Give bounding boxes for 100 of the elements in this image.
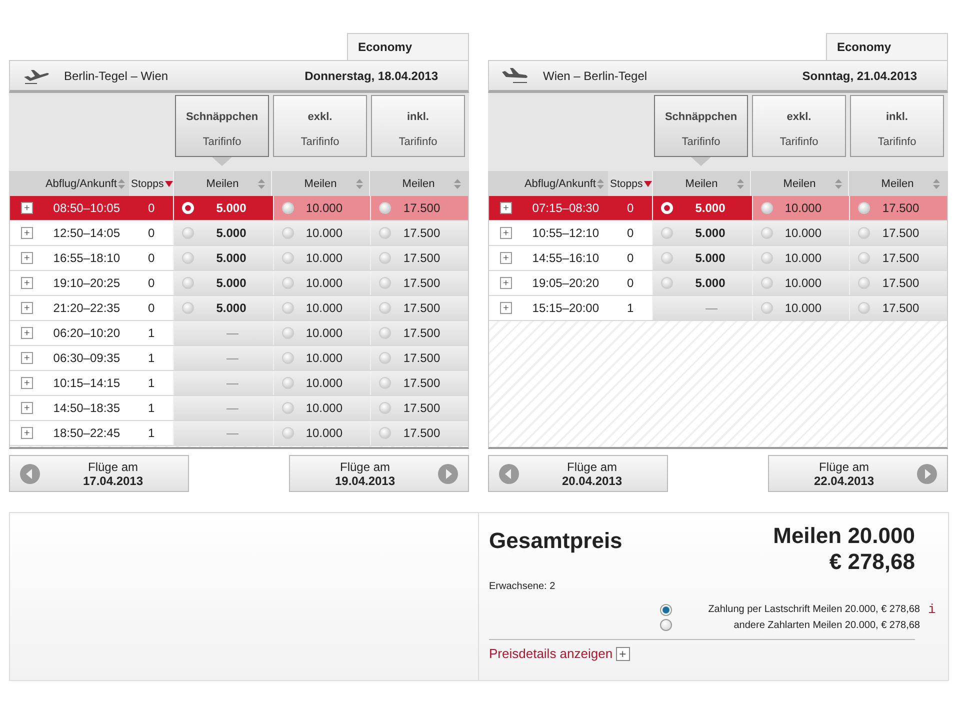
total-title: Gesamtpreis [489,528,622,555]
radio-button[interactable] [379,352,392,364]
radio-button[interactable] [760,277,773,289]
next-day-button[interactable]: Flüge am 22.04.2013 [768,455,948,492]
miles-value: 10.000 [304,226,344,240]
radio-button[interactable] [660,604,672,616]
radio-button[interactable] [760,252,773,264]
expand-button[interactable]: + [20,427,33,439]
route-label: Berlin-Tegel – Wien [64,68,170,82]
flight-date: Sonntag, 21.04.2013 [802,68,917,82]
expand-button[interactable]: + [20,202,33,214]
miles-value: 10.000 [304,376,344,390]
flight-time: 07:15–08:30 [522,196,608,220]
miles-value: 17.500 [402,251,442,265]
expand-button[interactable]: + [20,377,33,389]
cabin-tab[interactable]: Economy [826,33,948,60]
next-day-button[interactable]: Flüge am 19.04.2013 [289,455,469,492]
radio-button[interactable] [858,202,870,214]
miles-value: 5.000 [694,276,726,290]
price-details-link[interactable]: Preisdetails anzeigen [489,646,613,661]
sort-icon [454,179,461,189]
miles-value: 17.500 [402,426,442,440]
radio-button[interactable] [282,352,294,364]
fare-type-button[interactable]: Schnäppchen Tarifinfo [175,95,269,157]
miles-value: 5.000 [694,251,726,265]
sort-icon [597,178,604,188]
radio-button[interactable] [282,402,294,414]
previous-day-button[interactable]: Flüge am 17.04.2013 [9,455,189,492]
radio-button[interactable] [661,227,674,239]
radio-button[interactable] [379,427,392,439]
column-header[interactable]: Abflug/Ankunft [43,171,129,196]
radio-button[interactable] [858,252,870,264]
expand-button[interactable]: + [20,277,33,289]
radio-button[interactable] [858,277,870,289]
fare-type-button[interactable]: inkl. Tarifinfo [850,95,944,157]
column-header[interactable]: Abflug/Ankunft [522,171,608,196]
unavailable-dash: — [226,351,240,365]
miles-value: 10.000 [784,301,823,315]
miles-value: 17.500 [881,251,920,265]
stops-count: 0 [129,196,174,220]
radio-button[interactable] [379,202,392,214]
radio-button[interactable] [379,377,392,389]
column-header[interactable]: Stopps [608,171,652,196]
radio-button[interactable] [379,277,392,289]
expand-button[interactable]: + [20,302,33,314]
radio-button[interactable] [379,252,392,264]
radio-button[interactable] [282,377,294,389]
expand-button[interactable]: + [500,302,512,314]
miles-value: 10.000 [784,226,823,240]
radio-button[interactable] [858,302,870,314]
radio-button[interactable] [661,252,674,264]
flight-date: Donnerstag, 18.04.2013 [304,68,438,82]
expand-button[interactable]: + [20,227,33,239]
radio-button[interactable] [282,277,294,289]
previous-day-button[interactable]: Flüge am 20.04.2013 [488,455,668,492]
radio-button[interactable] [760,302,773,314]
pointer-icon [691,157,711,166]
radio-button[interactable] [760,202,773,214]
column-header[interactable]: Stopps [129,171,173,196]
expand-button[interactable]: + [500,202,512,214]
expand-button[interactable]: + [500,252,512,264]
stops-count: 0 [608,196,652,220]
radio-button[interactable] [182,302,194,314]
expand-button[interactable]: + [20,352,33,364]
radio-button[interactable] [282,252,294,264]
fare-type-button[interactable]: exkl. Tarifinfo [752,95,846,157]
radio-button[interactable] [379,402,392,414]
radio-button[interactable] [282,327,294,339]
radio-button[interactable] [182,227,194,239]
radio-button[interactable] [182,252,194,264]
cabin-tab[interactable]: Economy [347,33,469,60]
miles-value: 10.000 [784,251,823,265]
miles-value: 10.000 [784,276,823,290]
radio-button[interactable] [379,227,392,239]
radio-button[interactable] [379,302,392,314]
radio-button[interactable] [282,202,294,214]
total-miles: Meilen 20.000 [773,523,915,549]
radio-button[interactable] [282,227,294,239]
radio-button[interactable] [379,327,392,339]
sort-down-icon [644,180,652,186]
miles-value: 10.000 [304,351,344,365]
radio-button[interactable] [282,427,294,439]
sort-icon [835,179,842,189]
radio-button[interactable] [661,277,674,289]
fare-type-button[interactable]: inkl. Tarifinfo [371,95,465,157]
radio-button[interactable] [760,227,773,239]
flight-time: 08:50–10:05 [44,196,130,220]
expand-button[interactable]: + [616,646,630,660]
radio-button[interactable] [182,277,194,289]
expand-button[interactable]: + [20,327,33,339]
expand-button[interactable]: + [20,402,33,414]
radio-button[interactable] [660,619,672,631]
fare-type-button[interactable]: Schnäppchen Tarifinfo [654,95,748,157]
fare-type-button[interactable]: exkl. Tarifinfo [273,95,367,157]
expand-button[interactable]: + [500,227,512,239]
radio-button[interactable] [282,302,294,314]
info-icon[interactable]: i [928,602,936,617]
radio-button[interactable] [858,227,870,239]
expand-button[interactable]: + [20,252,33,264]
expand-button[interactable]: + [500,277,512,289]
